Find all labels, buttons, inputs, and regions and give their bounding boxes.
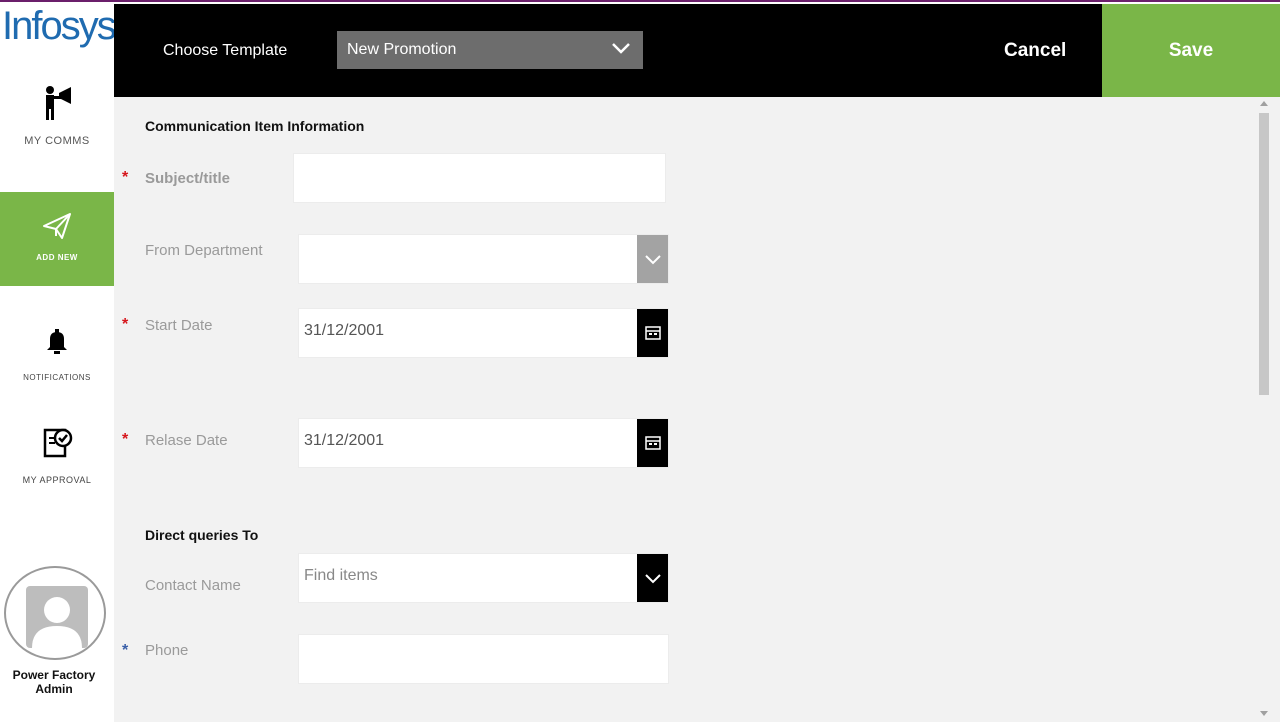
department-label: From Department xyxy=(145,242,263,259)
sidebar-item-notifications[interactable]: NOTIFICATIONS xyxy=(0,328,114,388)
vertical-scrollbar[interactable] xyxy=(1254,97,1280,722)
scroll-thumb[interactable] xyxy=(1259,113,1269,395)
choose-template-label: Choose Template xyxy=(163,42,288,59)
sidebar-item-add-new[interactable]: ADD NEW xyxy=(0,192,114,286)
start-date-label: Start Date xyxy=(145,317,213,334)
start-date-input[interactable]: 31/12/2001 xyxy=(298,308,669,358)
scroll-up-arrow-icon[interactable] xyxy=(1260,101,1268,106)
top-bar: Choose Template New Promotion Cancel Sav… xyxy=(114,4,1280,97)
sidebar: Infosys MY COMMS ADD NEW NOTIFICATIONS M… xyxy=(0,2,117,722)
cancel-button[interactable]: Cancel xyxy=(1004,40,1066,62)
form-panel: Communication Item Information * Subject… xyxy=(114,97,1254,722)
start-date-value: 31/12/2001 xyxy=(304,322,385,339)
chevron-down-icon[interactable] xyxy=(637,554,668,602)
calendar-icon[interactable] xyxy=(637,419,668,467)
required-marker: * xyxy=(122,431,129,448)
clipboard-check-icon xyxy=(0,426,114,465)
sidebar-item-label: MY APPROVAL xyxy=(22,475,92,485)
sidebar-item-label: MY COMMS xyxy=(24,135,90,147)
app-window: Infosys MY COMMS ADD NEW NOTIFICATIONS M… xyxy=(0,0,1280,722)
release-date-input[interactable]: 31/12/2001 xyxy=(298,418,669,468)
user-avatar[interactable] xyxy=(4,566,106,660)
user-name-line1: Power Factory xyxy=(12,668,96,682)
subject-label: Subject/title xyxy=(145,170,231,187)
contact-name-placeholder: Find items xyxy=(304,567,378,584)
sidebar-item-label: NOTIFICATIONS xyxy=(23,373,91,382)
user-name-line2: Admin xyxy=(35,682,73,696)
section-title-communication: Communication Item Information xyxy=(145,118,365,134)
contact-name-label: Contact Name xyxy=(145,577,241,594)
user-name: Power Factory Admin xyxy=(0,668,108,696)
chevron-down-icon[interactable] xyxy=(637,235,668,283)
required-marker: * xyxy=(122,316,129,333)
template-select-value: New Promotion xyxy=(347,41,457,58)
sidebar-item-label: ADD NEW xyxy=(36,253,78,262)
calendar-icon[interactable] xyxy=(637,309,668,357)
save-button[interactable]: Save xyxy=(1102,4,1280,97)
phone-label: Phone xyxy=(145,642,189,659)
chevron-down-icon xyxy=(611,41,631,60)
department-select[interactable] xyxy=(298,234,669,284)
megaphone-person-icon xyxy=(0,82,114,127)
section-title-direct-queries: Direct queries To xyxy=(145,527,259,543)
scroll-down-arrow-icon[interactable] xyxy=(1260,711,1268,716)
subject-input[interactable] xyxy=(293,153,666,203)
template-select[interactable]: New Promotion xyxy=(337,31,643,69)
paper-plane-icon xyxy=(0,212,114,245)
release-date-value: 31/12/2001 xyxy=(304,432,385,449)
required-marker: * xyxy=(122,642,129,659)
bell-icon xyxy=(0,328,114,359)
phone-input[interactable] xyxy=(298,634,669,684)
sidebar-item-my-approval[interactable]: MY APPROVAL xyxy=(0,426,114,496)
user-avatar-icon xyxy=(26,586,88,648)
infosys-logo: Infosys xyxy=(2,4,117,48)
sidebar-item-my-comms[interactable]: MY COMMS xyxy=(0,82,114,162)
required-marker: * xyxy=(122,169,129,186)
release-date-label: Relase Date xyxy=(145,432,228,449)
contact-name-input[interactable]: Find items xyxy=(298,553,669,603)
